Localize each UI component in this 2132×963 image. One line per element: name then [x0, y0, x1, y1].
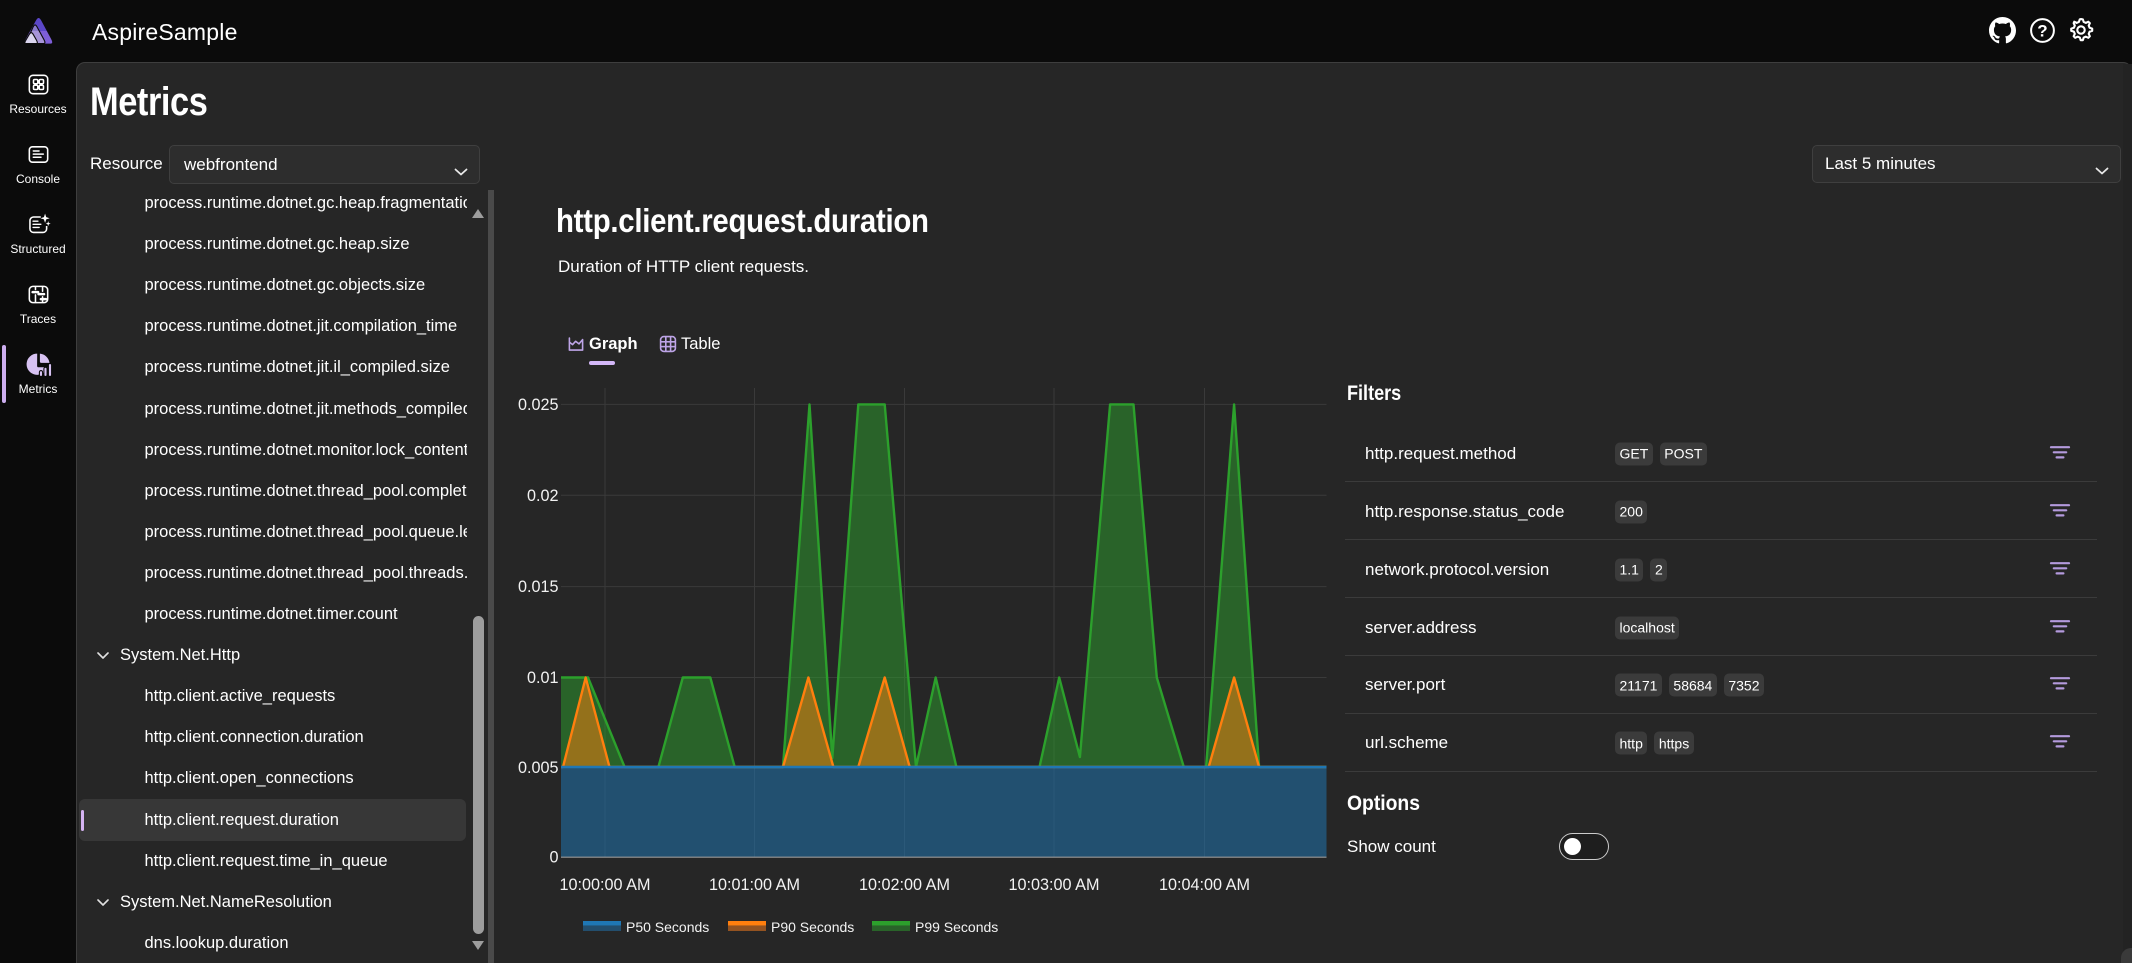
- svg-text:10:01:00 AM: 10:01:00 AM: [709, 876, 800, 894]
- svg-text:0.025: 0.025: [518, 396, 559, 414]
- svg-text:0.01: 0.01: [527, 669, 559, 687]
- svg-text:P99 Seconds: P99 Seconds: [915, 919, 998, 935]
- svg-text:0.005: 0.005: [518, 759, 559, 777]
- svg-text:0: 0: [549, 849, 558, 867]
- svg-text:P90 Seconds: P90 Seconds: [771, 919, 854, 935]
- svg-text:10:02:00 AM: 10:02:00 AM: [859, 876, 950, 894]
- svg-text:?: ?: [2037, 22, 2047, 41]
- svg-text:10:03:00 AM: 10:03:00 AM: [1009, 876, 1100, 894]
- svg-text:10:04:00 AM: 10:04:00 AM: [1159, 876, 1250, 894]
- svg-text:0.015: 0.015: [518, 578, 559, 596]
- svg-text:10:00:00 AM: 10:00:00 AM: [560, 876, 651, 894]
- svg-text:P50 Seconds: P50 Seconds: [626, 919, 709, 935]
- svg-text:0.02: 0.02: [527, 487, 559, 505]
